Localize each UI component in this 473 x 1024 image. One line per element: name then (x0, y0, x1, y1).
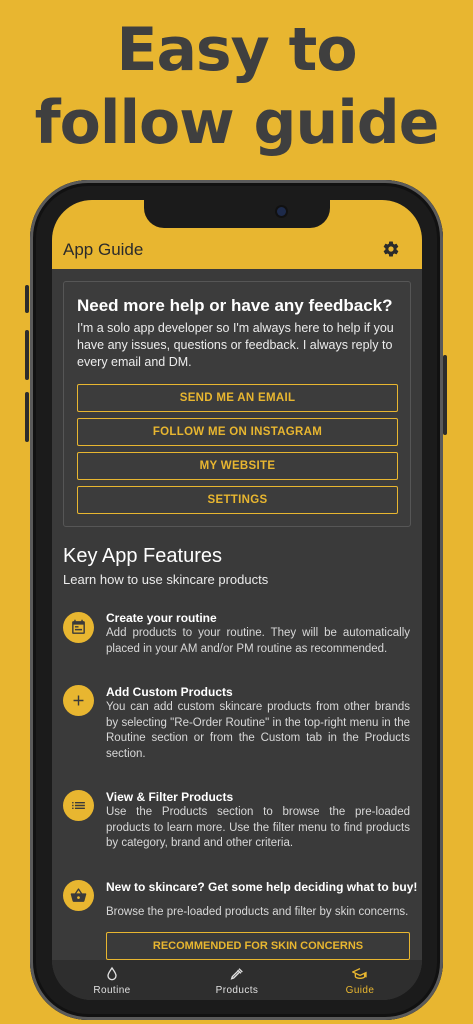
phone-volume-down (25, 392, 29, 442)
nav-tab-guide[interactable]: Guide (315, 960, 405, 1000)
feature-desc-routine: Add products to your routine. They will … (106, 627, 410, 655)
features-subtitle: Learn how to use skincare products (63, 572, 269, 587)
feature-title-routine: Create your routine (106, 611, 217, 625)
bottom-navigation: Routine Products Guide (52, 960, 422, 1000)
feature-desc-custom: You can add custom skincare products fro… (106, 701, 410, 760)
feature-title-filter: View & Filter Products (106, 790, 234, 804)
headline-line-1: Easy to (116, 15, 357, 85)
feature-title-custom: Add Custom Products (106, 685, 233, 699)
camera-icon (277, 207, 286, 216)
nav-label-products: Products (215, 985, 259, 996)
calendar-icon (63, 612, 94, 643)
feature-desc-filter: Use the Products section to browse the p… (106, 806, 410, 849)
nav-label-routine: Routine (93, 985, 131, 996)
phone-notch (144, 200, 330, 228)
gear-icon[interactable] (382, 240, 400, 258)
list-icon (63, 790, 94, 821)
recommended-skin-concerns-button[interactable]: RECOMMENDED FOR SKIN CONCERNS (106, 932, 410, 960)
basket-icon (63, 880, 94, 911)
phone-side-button (25, 285, 29, 313)
app-screen: App Guide Need more help or have any fee… (52, 200, 422, 1000)
plus-icon (63, 685, 94, 716)
phone-volume-up (25, 330, 29, 380)
headline-line-2: follow guide (34, 88, 440, 158)
drop-icon (107, 966, 117, 981)
marketing-headline: Easy to follow guide (0, 14, 473, 160)
settings-button[interactable]: SETTINGS (77, 486, 398, 514)
nav-label-guide: Guide (345, 985, 375, 996)
my-website-button[interactable]: MY WEBSITE (77, 452, 398, 480)
app-bar-title: App Guide (63, 240, 144, 259)
dropper-icon (230, 968, 243, 980)
help-card: Need more help or have any feedback? I'm… (63, 281, 411, 527)
help-card-heading: Need more help or have any feedback? (77, 296, 393, 315)
help-card-body: I'm a solo app developer so I'm always h… (77, 321, 394, 369)
feature-title-new: New to skincare? Get some help deciding … (106, 880, 418, 894)
feature-desc-new: Browse the pre-loaded products and filte… (106, 906, 409, 918)
phone-power-button (443, 355, 447, 435)
send-email-button[interactable]: SEND ME AN EMAIL (77, 384, 398, 412)
nav-tab-products[interactable]: Products (192, 960, 282, 1000)
nav-tab-routine[interactable]: Routine (67, 960, 157, 1000)
follow-instagram-button[interactable]: FOLLOW ME ON INSTAGRAM (77, 418, 398, 446)
graduation-cap-icon (352, 968, 367, 980)
features-title: Key App Features (63, 545, 222, 567)
